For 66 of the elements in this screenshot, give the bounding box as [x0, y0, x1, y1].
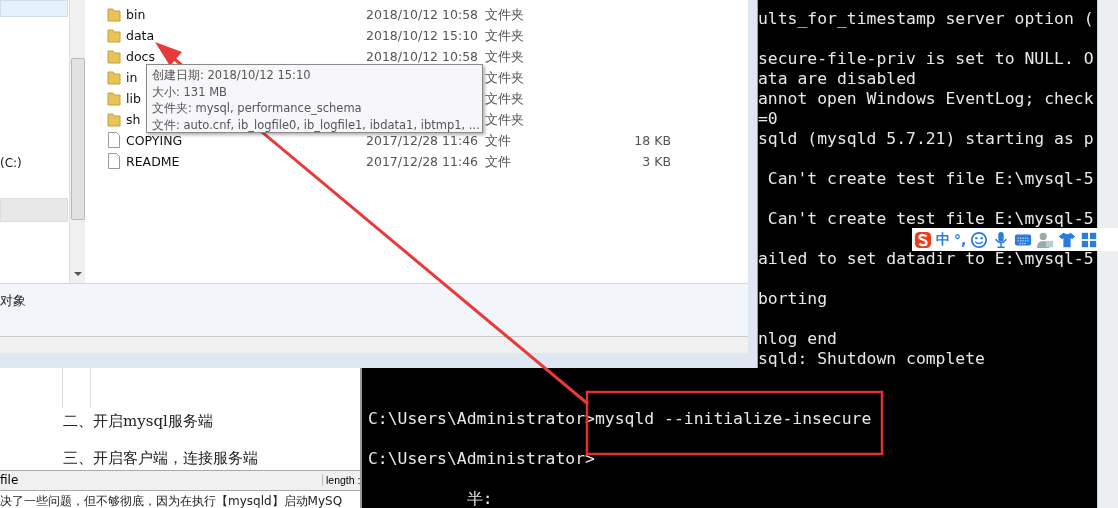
scrollbar[interactable] [1097, 0, 1118, 508]
file-name[interactable]: docs [126, 49, 155, 64]
console-line: annot open Windows EventLog; check [758, 89, 1094, 109]
console-line: sqld: Shutdown complete [758, 349, 985, 369]
punctuation-toggle[interactable]: °, [954, 231, 967, 248]
file-type: 文件 [485, 133, 511, 150]
folder-icon [107, 69, 121, 85]
file-name[interactable]: in [126, 70, 138, 85]
document-line: 二、开启mysql服务端 [63, 412, 213, 431]
console-line: nlog end [758, 329, 837, 349]
console-line: Can't create test file E:\mysql-5 [766, 209, 1094, 229]
tooltip-line: 创建日期: 2018/10/12 15:10 [152, 67, 312, 84]
shirt-icon[interactable] [1058, 230, 1077, 249]
file-type: 文件夹 [485, 112, 524, 129]
file-name[interactable]: bin [126, 7, 146, 22]
file-date: 2017/12/28 11:46 [366, 154, 479, 169]
scrollbar-thumb[interactable] [71, 58, 85, 220]
tooltip-line: 大小: 131 MB [152, 83, 228, 100]
tooltip-line: 文件夹: mysql, performance_schema [152, 100, 363, 117]
file-date: 2017/12/28 11:46 [366, 133, 479, 148]
person-icon[interactable] [1036, 230, 1055, 249]
file-name[interactable]: README [126, 154, 180, 169]
document-line: 三、开启客户端，连接服务端 [63, 449, 258, 468]
console-line: C:\Users\Administrator> [368, 449, 595, 469]
folder-icon [107, 6, 121, 22]
status-text: 对象 [0, 292, 26, 310]
file-name[interactable]: lib [126, 91, 141, 106]
file-name[interactable]: COPYING [126, 133, 183, 148]
console-line: secure-file-priv is set to NULL. O [758, 49, 1094, 69]
file-type: 文件夹 [485, 91, 524, 108]
file-name[interactable]: sh [126, 112, 141, 127]
console-line: ata are disabled [758, 69, 916, 89]
file-type: 文件夹 [485, 49, 524, 66]
file-date: 2018/10/12 10:58 [366, 49, 479, 64]
chinese-mode-toggle[interactable]: 中 [936, 230, 950, 249]
console-line: =0 [758, 109, 778, 129]
article-text: 决了一些问题，但不够彻底，因为在执行【mysqld】启动MySQ [0, 493, 344, 508]
status-text: length : [322, 474, 361, 486]
smiley-icon[interactable] [970, 230, 989, 249]
console-line: borting [758, 289, 828, 309]
grid-icon[interactable] [1080, 230, 1099, 249]
file-name[interactable]: data [126, 28, 155, 43]
file-type: 文件夹 [485, 70, 524, 87]
console-line: 半: [465, 489, 493, 508]
file-type: 文件夹 [485, 7, 524, 24]
file-icon [107, 132, 121, 148]
file-type: 文件 [485, 154, 511, 171]
scrollbar[interactable] [69, 0, 85, 283]
file-date: 2018/10/12 15:10 [366, 28, 479, 43]
file-icon [107, 153, 121, 169]
tooltip-line: 文件: auto.cnf, ib_logfile0, ib_logfile1, ibdata1, ibtmp1, ... [152, 116, 477, 133]
drive-item[interactable]: (C:) [0, 156, 22, 170]
file-date: 2018/10/12 10:58 [366, 7, 479, 22]
folder-icon [107, 111, 121, 127]
file-size: 18 KB [634, 133, 671, 148]
file-type: 文件夹 [485, 28, 524, 45]
folder-icon [107, 48, 121, 64]
status-text: file [0, 473, 19, 487]
folder-icon [107, 27, 121, 43]
file-size: 3 KB [642, 154, 671, 169]
console-line: sqld (mysqld 5.7.21) starting as p [758, 129, 1094, 149]
console-line: ults_for_timestamp server option ( [758, 9, 1094, 29]
console-line: Can't create test file E:\mysql-5 [766, 169, 1094, 189]
folder-icon [107, 90, 121, 106]
logo-icon[interactable] [914, 230, 932, 249]
console-line: ailed to set datadir to E:\mysql-5 [758, 249, 1094, 269]
